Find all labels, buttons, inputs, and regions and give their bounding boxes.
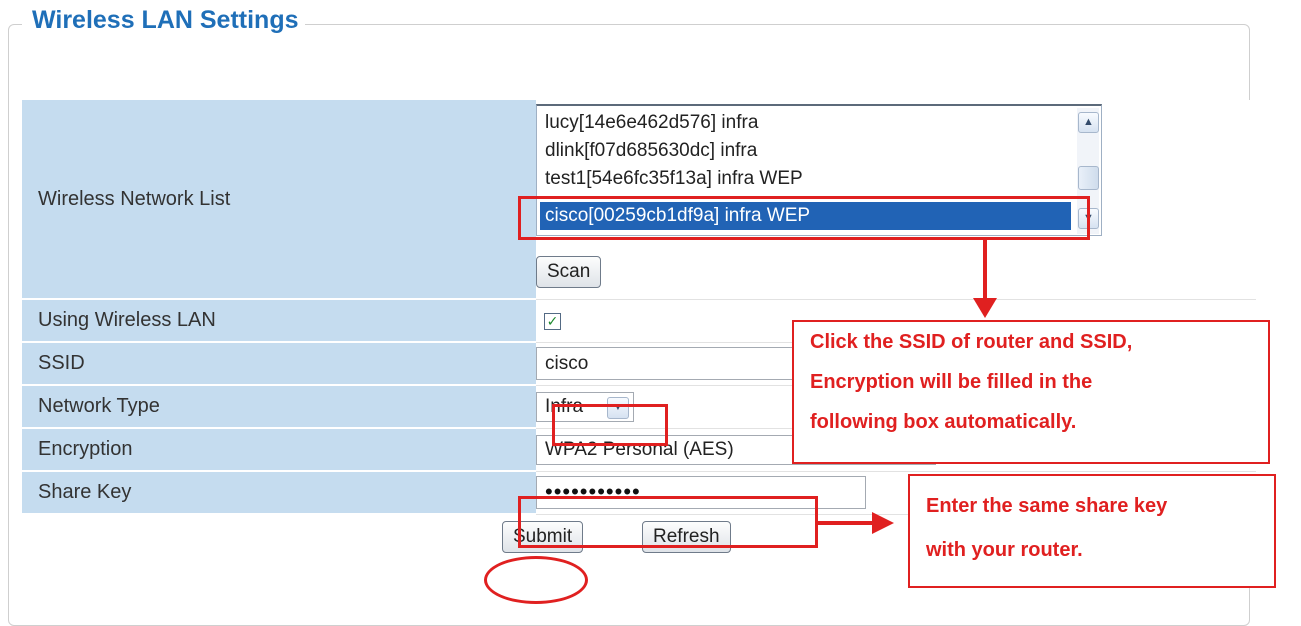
network-list-item[interactable]: dlink[f07d685630dc] infra <box>545 140 757 162</box>
selected-network-highlight <box>518 196 1090 240</box>
check-icon: ✓ <box>546 312 559 329</box>
scrollbar-thumb[interactable] <box>1078 166 1099 190</box>
callout-line: Encryption will be filled in the <box>810 371 1093 393</box>
chevron-up-icon[interactable]: ▲ <box>1078 112 1099 133</box>
network-type-label: Network Type <box>22 385 536 429</box>
using-wireless-lan-label: Using Wireless LAN <box>22 299 536 343</box>
share-key-label: Share Key <box>22 471 536 515</box>
arrow-shaft <box>818 521 874 525</box>
ssid-label: SSID <box>22 342 536 386</box>
callout-line: following box automatically. <box>810 411 1077 433</box>
arrow-head-down <box>973 298 997 318</box>
using-wireless-lan-checkbox[interactable]: ✓ <box>544 312 561 330</box>
arrow-head-right <box>872 512 894 534</box>
share-key-highlight <box>518 496 818 548</box>
network-list-item[interactable]: lucy[14e6e462d576] infra <box>545 112 758 134</box>
callout-line: Click the SSID of router and SSID, <box>810 331 1133 353</box>
wireless-network-list-label: Wireless Network List <box>22 100 536 300</box>
submit-button-highlight <box>484 556 588 604</box>
arrow-shaft <box>983 240 987 306</box>
ssid-instruction-callout: Click the SSID of router and SSID, Encry… <box>792 320 1270 464</box>
network-type-highlight <box>552 404 668 446</box>
encryption-label: Encryption <box>22 428 536 472</box>
callout-line: with your router. <box>926 539 1083 561</box>
callout-line: Enter the same share key <box>926 495 1168 517</box>
network-list-item[interactable]: test1[54e6fc35f13a] infra WEP <box>545 168 803 190</box>
share-key-instruction-callout: Enter the same share key with your route… <box>908 474 1276 588</box>
page-title: Wireless LAN Settings <box>22 6 305 35</box>
scan-button[interactable]: Scan <box>536 256 602 288</box>
